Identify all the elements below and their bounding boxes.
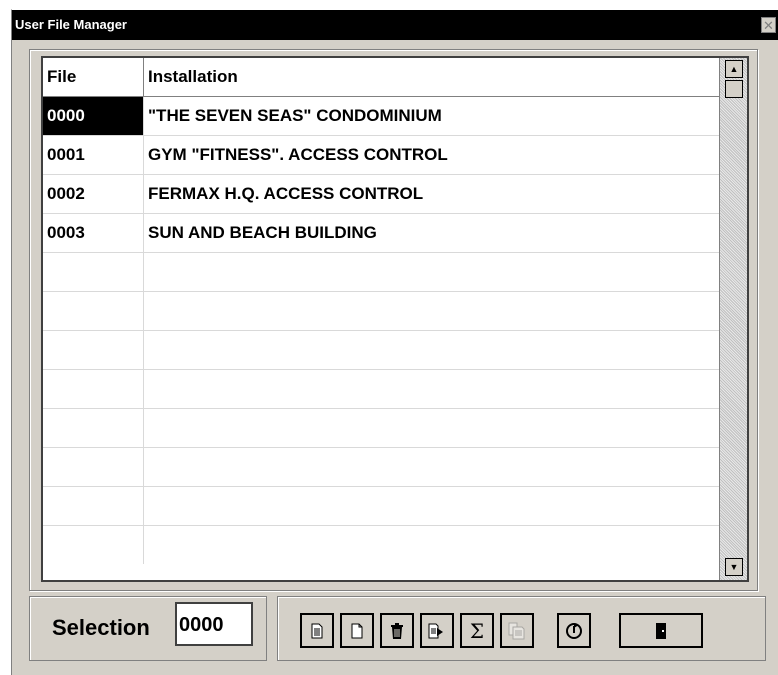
grid-header: File Installation — [43, 58, 719, 97]
scroll-thumb[interactable] — [725, 80, 743, 98]
selection-label: Selection — [52, 615, 150, 640]
title-bar: User File Manager ✕ — [12, 10, 778, 40]
empty-row[interactable] — [43, 526, 719, 565]
exit-door-icon — [656, 622, 666, 639]
empty-row[interactable] — [43, 370, 719, 409]
table-row[interactable]: 0000 "THE SEVEN SEAS" CONDOMINIUM — [43, 97, 719, 136]
empty-row[interactable] — [43, 253, 719, 292]
file-cell[interactable]: 0003 — [43, 214, 143, 252]
window-title: User File Manager — [15, 17, 127, 32]
selection-input[interactable]: 0000 — [175, 602, 253, 646]
empty-row[interactable] — [43, 331, 719, 370]
installation-cell[interactable]: "THE SEVEN SEAS" CONDOMINIUM — [143, 97, 719, 135]
close-icon[interactable]: ✕ — [761, 17, 776, 33]
installation-cell[interactable]: FERMAX H.Q. ACCESS CONTROL — [143, 175, 719, 213]
vertical-scrollbar[interactable]: ▲ ▼ — [719, 58, 747, 580]
empty-row[interactable] — [43, 448, 719, 487]
empty-row[interactable] — [43, 487, 719, 526]
files-grid[interactable]: File Installation 0000 "THE SEVEN SEAS" … — [41, 56, 749, 582]
installation-cell[interactable]: GYM "FITNESS". ACCESS CONTROL — [143, 136, 719, 174]
document-button[interactable] — [300, 613, 334, 648]
column-header-installation[interactable]: Installation — [143, 58, 719, 96]
new-file-button[interactable] — [340, 613, 374, 648]
delete-button[interactable] — [380, 613, 414, 648]
exit-button[interactable] — [619, 613, 703, 648]
trash-icon — [391, 622, 403, 639]
file-cell[interactable]: 0000 — [43, 97, 143, 135]
export-button[interactable] — [420, 613, 454, 648]
copy-icon — [508, 622, 525, 639]
sigma-icon: Σ — [469, 618, 485, 643]
new-file-icon — [351, 623, 363, 638]
empty-row[interactable] — [43, 409, 719, 448]
column-header-file[interactable]: File — [43, 58, 143, 96]
scroll-down-icon[interactable]: ▼ — [725, 558, 743, 576]
file-cell[interactable]: 0002 — [43, 175, 143, 213]
document-icon — [311, 623, 323, 638]
table-row[interactable]: 0001 GYM "FITNESS". ACCESS CONTROL — [43, 136, 719, 175]
export-icon — [428, 623, 443, 638]
installation-cell[interactable]: SUN AND BEACH BUILDING — [143, 214, 719, 252]
scroll-up-icon[interactable]: ▲ — [725, 60, 743, 78]
refresh-icon — [566, 622, 582, 639]
refresh-button[interactable] — [557, 613, 591, 648]
table-row[interactable]: 0003 SUN AND BEACH BUILDING — [43, 214, 719, 253]
empty-row[interactable] — [43, 292, 719, 331]
table-row[interactable]: 0002 FERMAX H.Q. ACCESS CONTROL — [43, 175, 719, 214]
sum-button[interactable]: Σ — [460, 613, 494, 648]
file-cell[interactable]: 0001 — [43, 136, 143, 174]
copy-button[interactable] — [500, 613, 534, 648]
